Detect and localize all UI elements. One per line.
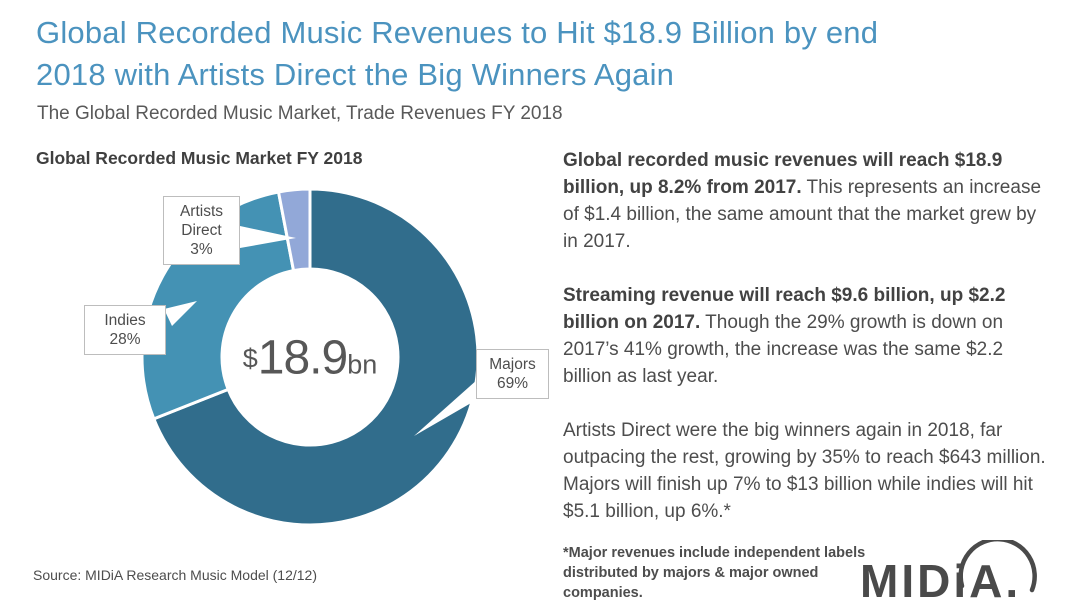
slice-label-pct: 3% [190,241,213,258]
page-title-line-1: Global Recorded Music Revenues to Hit $1… [36,15,879,50]
slice-label-majors: Majors 69% [476,349,549,399]
center-number: 18.9 [257,331,348,385]
paragraph-1: Global recorded music revenues will reac… [563,147,1047,255]
center-currency: $ [242,343,258,374]
page-title: Global Recorded Music Revenues to Hit $1… [36,12,1036,96]
center-unit: bn [347,349,378,380]
slice-label-text: Majors [489,356,536,373]
paragraph-2: Streaming revenue will reach $9.6 billio… [563,282,1047,390]
donut-center-value: $18.9bn [243,331,378,386]
paragraph-3: Artists Direct were the big winners agai… [563,417,1047,525]
commentary: Global recorded music revenues will reac… [563,147,1047,552]
midia-logo: MIDiA. [858,536,1063,607]
midia-logo-svg: MIDiA. [860,536,1037,607]
page-title-line-2: 2018 with Artists Direct the Big Winners… [36,57,675,92]
page-subtitle: The Global Recorded Music Market, Trade … [37,103,563,124]
slice-label-pct: 28% [109,331,141,348]
paragraph-3-body: Artists Direct were the big winners agai… [563,420,1046,522]
footnote: *Major revenues include independent labe… [563,545,866,601]
slide: Global Recorded Music Revenues to Hit $1… [0,0,1080,608]
slice-label-artists-direct: Artists Direct 3% [163,196,240,265]
source-note: Source: MIDiA Research Music Model (12/1… [33,567,317,583]
slice-label-text: Indies [104,312,146,329]
slice-label-pct: 69% [496,375,529,392]
slice-label-indies: Indies 28% [84,305,166,355]
slice-label-text: Artists Direct [179,203,224,239]
logo-text: MIDiA. [860,555,1021,604]
chart-title: Global Recorded Music Market FY 2018 [36,148,363,168]
